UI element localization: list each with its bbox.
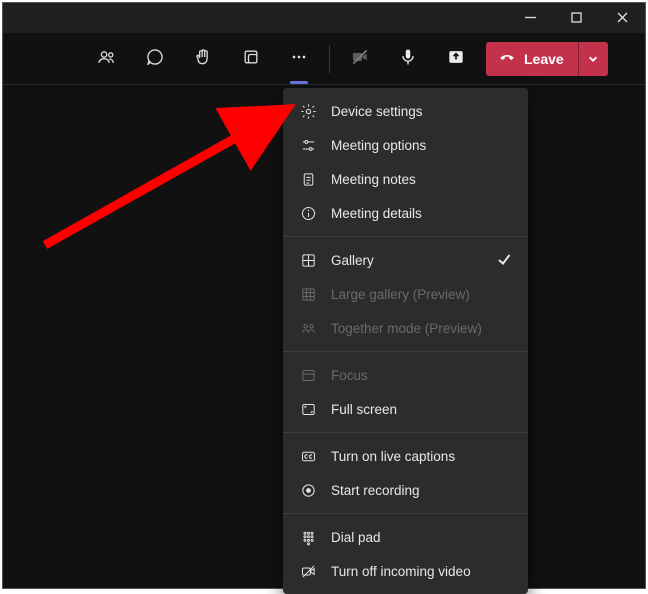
- chat-icon: [145, 47, 165, 70]
- together-mode-icon: [299, 319, 317, 337]
- leave-button-label: Leave: [524, 51, 564, 67]
- mic-icon: [398, 47, 418, 70]
- menu-divider: [283, 351, 528, 352]
- gear-icon: [299, 102, 317, 120]
- participants-button[interactable]: [83, 39, 131, 79]
- menu-item-meeting-details[interactable]: Meeting details: [283, 196, 528, 230]
- notes-icon: [299, 170, 317, 188]
- menu-item-label: Large gallery (Preview): [331, 287, 470, 302]
- title-bar: [3, 3, 645, 33]
- minimize-icon: [525, 11, 536, 26]
- captions-icon: [299, 447, 317, 465]
- window-minimize-button[interactable]: [507, 3, 553, 33]
- large-gallery-icon: [299, 285, 317, 303]
- menu-item-focus: Focus: [283, 358, 528, 392]
- meeting-toolbar: Leave: [3, 33, 645, 85]
- share-icon: [446, 47, 466, 70]
- close-icon: [617, 11, 628, 26]
- more-actions-menu: Device settings Meeting options Meeting …: [283, 88, 528, 594]
- chevron-down-icon: [588, 51, 598, 67]
- record-icon: [299, 481, 317, 499]
- people-icon: [97, 47, 117, 70]
- menu-item-label: Together mode (Preview): [331, 321, 482, 336]
- more-icon: [289, 47, 309, 70]
- window-maximize-button[interactable]: [553, 3, 599, 33]
- leave-button-caret[interactable]: [578, 42, 608, 76]
- gallery-icon: [299, 251, 317, 269]
- menu-item-label: Turn off incoming video: [331, 564, 471, 579]
- reactions-button[interactable]: [179, 39, 227, 79]
- menu-item-label: Full screen: [331, 402, 397, 417]
- menu-item-label: Device settings: [331, 104, 423, 119]
- menu-item-dial-pad[interactable]: Dial pad: [283, 520, 528, 554]
- menu-item-meeting-notes[interactable]: Meeting notes: [283, 162, 528, 196]
- menu-item-label: Focus: [331, 368, 368, 383]
- menu-divider: [283, 513, 528, 514]
- check-icon: [496, 251, 512, 270]
- hangup-icon: [498, 48, 516, 69]
- menu-item-meeting-options[interactable]: Meeting options: [283, 128, 528, 162]
- more-actions-button[interactable]: [275, 39, 323, 79]
- info-icon: [299, 204, 317, 222]
- menu-item-label: Meeting options: [331, 138, 426, 153]
- menu-divider: [283, 432, 528, 433]
- chat-button[interactable]: [131, 39, 179, 79]
- window-close-button[interactable]: [599, 3, 645, 33]
- toolbar-separator: [329, 45, 330, 73]
- menu-item-live-captions[interactable]: Turn on live captions: [283, 439, 528, 473]
- menu-item-label: Start recording: [331, 483, 420, 498]
- menu-item-large-gallery: Large gallery (Preview): [283, 277, 528, 311]
- sliders-icon: [299, 136, 317, 154]
- leave-button[interactable]: Leave: [486, 42, 608, 76]
- menu-item-device-settings[interactable]: Device settings: [283, 94, 528, 128]
- menu-item-label: Gallery: [331, 253, 374, 268]
- menu-item-label: Turn on live captions: [331, 449, 455, 464]
- leave-button-main[interactable]: Leave: [486, 42, 578, 76]
- dialpad-icon: [299, 528, 317, 546]
- menu-item-full-screen[interactable]: Full screen: [283, 392, 528, 426]
- menu-item-turn-off-incoming-video[interactable]: Turn off incoming video: [283, 554, 528, 588]
- camera-button[interactable]: [336, 39, 384, 79]
- menu-item-label: Meeting notes: [331, 172, 416, 187]
- menu-item-gallery[interactable]: Gallery: [283, 243, 528, 277]
- menu-item-start-recording[interactable]: Start recording: [283, 473, 528, 507]
- breakout-rooms-icon: [241, 47, 261, 70]
- menu-divider: [283, 236, 528, 237]
- rooms-button[interactable]: [227, 39, 275, 79]
- focus-icon: [299, 366, 317, 384]
- share-button[interactable]: [432, 39, 480, 79]
- incoming-video-off-icon: [299, 562, 317, 580]
- microphone-button[interactable]: [384, 39, 432, 79]
- maximize-icon: [571, 11, 582, 26]
- raise-hand-icon: [193, 47, 213, 70]
- fullscreen-icon: [299, 400, 317, 418]
- menu-item-label: Dial pad: [331, 530, 381, 545]
- menu-item-together-mode: Together mode (Preview): [283, 311, 528, 345]
- camera-off-icon: [350, 47, 370, 70]
- menu-item-label: Meeting details: [331, 206, 422, 221]
